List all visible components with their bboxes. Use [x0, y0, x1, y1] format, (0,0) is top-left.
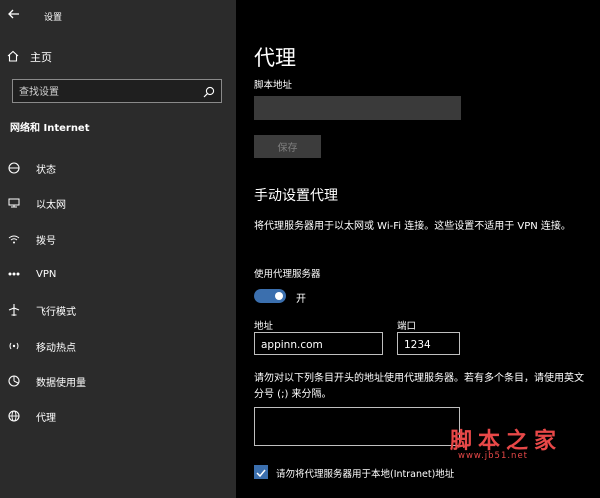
manual-proxy-title: 手动设置代理 [254, 188, 338, 204]
sidebar-item-label: 拨号 [36, 235, 56, 247]
ethernet-icon [6, 195, 22, 211]
vpn-icon [6, 266, 22, 282]
data-usage-icon [6, 373, 22, 389]
manual-proxy-description: 将代理服务器用于以太网或 Wi-Fi 连接。这些设置不适用于 VPN 连接。 [254, 221, 571, 232]
sidebar-item-label: 数据使用量 [36, 377, 86, 389]
watermark-url: www.jb51.net [458, 451, 529, 461]
checkmark-icon [256, 469, 266, 478]
exceptions-field[interactable] [254, 407, 460, 446]
sidebar-item-label: 以太网 [36, 199, 66, 211]
address-input[interactable] [255, 334, 382, 356]
toggle-knob [275, 292, 283, 300]
sidebar-item-label: 飞行模式 [36, 306, 76, 318]
sidebar-item-status[interactable]: 状态 [6, 158, 226, 178]
local-address-label: 请勿将代理服务器用于本地(Intranet)地址 [276, 469, 455, 480]
sidebar-item-label: 移动热点 [36, 342, 76, 354]
address-field[interactable] [254, 332, 383, 356]
save-button[interactable]: 保存 [254, 135, 321, 158]
search-box[interactable] [12, 79, 222, 104]
sidebar-item-ethernet[interactable]: 以太网 [6, 193, 226, 213]
use-proxy-label: 使用代理服务器 [254, 269, 321, 280]
sidebar-item-proxy[interactable]: 代理 [6, 406, 226, 426]
status-icon [6, 160, 22, 176]
sidebar-item-data-usage[interactable]: 数据使用量 [6, 371, 226, 391]
port-field[interactable] [397, 332, 460, 356]
search-input[interactable] [13, 81, 199, 104]
toggle-state-label: 开 [296, 294, 306, 305]
sidebar-item-label: 代理 [36, 412, 56, 424]
search-icon[interactable] [202, 84, 216, 98]
dialup-icon [6, 231, 22, 247]
sidebar-item-hotspot[interactable]: 移动热点 [6, 336, 226, 356]
sidebar-item-dialup[interactable]: 拨号 [6, 229, 226, 249]
hotspot-icon [6, 338, 22, 354]
settings-window: 设置 主页 网络和 Internet 状态 以太网 [0, 0, 600, 498]
local-address-checkbox[interactable] [254, 465, 268, 479]
exceptions-input[interactable] [255, 408, 459, 445]
address-label: 地址 [254, 321, 274, 332]
port-input[interactable] [398, 334, 459, 356]
sidebar-item-vpn[interactable]: VPN [6, 264, 226, 284]
use-proxy-toggle[interactable] [254, 289, 286, 303]
section-title: 网络和 Internet [10, 123, 90, 134]
proxy-icon [6, 408, 22, 424]
home-label: 主页 [30, 51, 52, 64]
page-title: 代理 [254, 46, 296, 70]
home-icon [6, 48, 20, 67]
sidebar-item-label: VPN [36, 268, 57, 280]
sidebar-item-home[interactable]: 主页 [6, 48, 52, 66]
sidebar-item-label: 状态 [36, 164, 56, 176]
back-arrow-icon[interactable] [6, 6, 22, 22]
airplane-icon [6, 302, 22, 318]
port-label: 端口 [397, 321, 417, 332]
script-address-label: 脚本地址 [254, 80, 293, 91]
exceptions-description: 请勿对以下列条目开头的地址使用代理服务器。若有多个条目，请使用英文分号 (;) … [254, 373, 584, 400]
sidebar-item-airplane[interactable]: 飞行模式 [6, 300, 226, 320]
script-address-field [254, 96, 461, 120]
window-title: 设置 [44, 13, 63, 23]
title-bar: 设置 [0, 0, 236, 30]
sidebar: 设置 主页 网络和 Internet 状态 以太网 [0, 0, 236, 498]
